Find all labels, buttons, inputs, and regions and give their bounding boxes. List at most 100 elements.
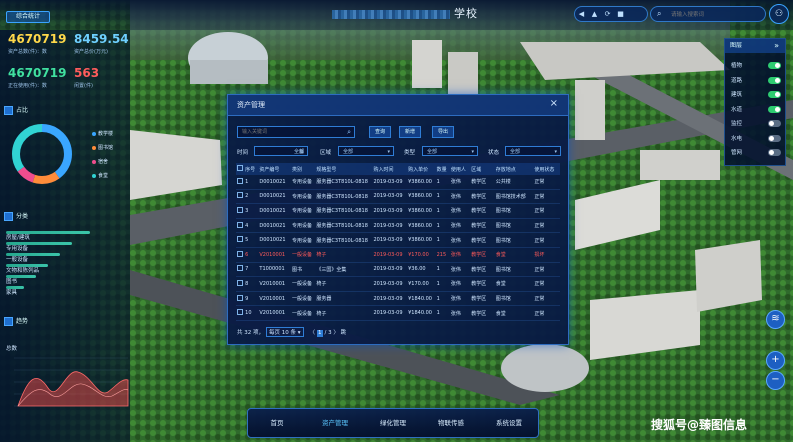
export-button[interactable]: 导出: [432, 126, 454, 138]
nav-item[interactable]: 物联传感: [422, 409, 480, 437]
select-all-checkbox[interactable]: [236, 163, 245, 175]
filter-time-select[interactable]: 全部 ▦: [254, 146, 308, 156]
cell-status: 正常: [533, 276, 560, 292]
layers-toggle-icon[interactable]: ≋: [766, 310, 785, 329]
table-row[interactable]: 6 V2010001 一般设备 椅子 2019-03-09 ¥170.00 215 张伟 教学区…: [236, 247, 560, 263]
filter-status-select[interactable]: 全部 ▾: [505, 146, 561, 156]
map-search-input[interactable]: [669, 9, 763, 20]
asset-search-input[interactable]: [238, 127, 340, 137]
cell-place: 图书馆: [494, 232, 534, 248]
zoom-in-button[interactable]: +: [766, 351, 785, 370]
table-row[interactable]: 2 D0010021 专用设备 服务器C3T810L-0818 2019-03-09 ¥3…: [236, 189, 560, 205]
cell-price: ¥3860.00: [407, 203, 436, 219]
nav-item[interactable]: 资产管理: [306, 409, 364, 437]
up-icon[interactable]: ▲: [588, 7, 601, 21]
current-page[interactable]: 1: [316, 330, 323, 337]
row-checkbox[interactable]: [236, 247, 245, 263]
column-header: 购入单价: [407, 163, 436, 175]
cell-status: 正常: [533, 218, 560, 234]
filter-type-label: 类型: [404, 150, 416, 156]
cell-qty: 1: [435, 203, 450, 219]
nav-item[interactable]: 系统设置: [480, 409, 538, 437]
table-row[interactable]: 10 V2010001 一般设备 椅子 2019-03-09 ¥1840.00 1 张伟 教学区…: [236, 305, 560, 321]
layer-item: 植物: [731, 62, 781, 70]
cell-no: 7: [244, 262, 259, 278]
row-checkbox[interactable]: [236, 189, 245, 205]
cell-area: 教学区: [470, 203, 495, 219]
column-header: 资产编号: [258, 163, 291, 175]
cell-price: ¥36.00: [407, 262, 436, 278]
cell-cat: 一般设备: [290, 247, 316, 263]
cell-status: 正常: [533, 262, 560, 278]
row-checkbox[interactable]: [236, 175, 245, 190]
table-row[interactable]: 1 D0010021 专用设备 服务器C3T810L-0818 2019-03-09 ¥3…: [236, 175, 560, 190]
cell-cat: 专用设备: [290, 189, 316, 205]
cell-area: 教学区: [470, 232, 495, 248]
top-bar: 综合统计 学校 ◀▲⟳■ ⌕ ⚇: [0, 0, 793, 30]
layer-toggle[interactable]: [768, 120, 781, 127]
jump-page-button[interactable]: 跳: [341, 330, 347, 336]
category-section-title: 分类: [4, 212, 64, 221]
cell-code: V2010001: [258, 305, 291, 321]
nav-item[interactable]: 绿化管理: [364, 409, 422, 437]
table-row[interactable]: 4 D0010021 专用设备 服务器C3T810L-0818 2019-03-09 ¥3…: [236, 218, 560, 234]
cell-model: 服务器C3T810L-0818: [315, 189, 373, 205]
filter-status-label: 状态: [488, 150, 500, 156]
category-label: 家具: [6, 290, 18, 296]
layer-toggle[interactable]: [768, 62, 781, 69]
refresh-icon[interactable]: ⟳: [601, 7, 614, 21]
collapse-icon[interactable]: »: [774, 39, 779, 53]
user-icon[interactable]: ⚇: [769, 4, 789, 24]
row-checkbox[interactable]: [236, 291, 245, 307]
legend-dot: [92, 159, 96, 164]
close-icon[interactable]: ×: [550, 98, 558, 109]
query-button[interactable]: 查询: [369, 126, 391, 138]
layer-toggle[interactable]: [768, 105, 781, 113]
layer-item: 道路: [731, 76, 781, 85]
table-row[interactable]: 7 T1000001 图书 《三国》全集 2019-03-09 ¥36.00 1 张伟 教学区图…: [236, 262, 560, 278]
cell-date: 2019-03-09: [372, 305, 408, 321]
filter-area-select[interactable]: 全部 ▾: [338, 146, 394, 156]
layer-toggle[interactable]: [768, 91, 781, 98]
cell-place: 图书馆: [494, 262, 534, 278]
cell-no: 10: [244, 305, 259, 321]
cell-qty: 1: [435, 232, 450, 248]
layer-toggle[interactable]: [768, 134, 781, 142]
cell-no: 2: [244, 189, 259, 205]
layer-toggle[interactable]: [768, 149, 781, 156]
zoom-out-button[interactable]: −: [766, 371, 785, 390]
legend-label: 宿舍: [98, 159, 109, 165]
row-checkbox[interactable]: [236, 262, 245, 278]
cell-area: 教学区: [470, 247, 495, 263]
nav-item[interactable]: 首页: [248, 409, 306, 437]
table-row[interactable]: 5 D0010021 专用设备 服务器C3T810L-0818 2019-03-09 ¥3…: [236, 232, 560, 248]
cell-no: 1: [244, 175, 259, 190]
row-checkbox[interactable]: [236, 203, 245, 219]
filter-time-label: 时间: [237, 150, 249, 156]
search-icon[interactable]: ⌕: [657, 7, 661, 21]
prev-page-button[interactable]: 〈: [310, 328, 316, 336]
category-label: 房屋/建筑: [6, 235, 30, 241]
overview-badge[interactable]: 综合统计: [6, 11, 50, 23]
rewind-icon[interactable]: ◀: [575, 7, 588, 21]
layer-item: 水道: [731, 105, 781, 114]
row-checkbox[interactable]: [236, 305, 245, 321]
next-page-button[interactable]: 〉: [333, 330, 339, 336]
search-icon[interactable]: ⌕: [347, 127, 351, 137]
row-checkbox[interactable]: [236, 276, 245, 292]
stop-icon[interactable]: ■: [614, 7, 627, 21]
filter-type-select[interactable]: 全部 ▾: [422, 146, 478, 156]
cell-qty: 1: [435, 305, 450, 321]
table-row[interactable]: 3 D0010021 专用设备 服务器C3T810L-0818 2019-03-09 ¥3…: [236, 203, 560, 219]
row-checkbox[interactable]: [236, 218, 245, 234]
row-checkbox[interactable]: [236, 232, 245, 248]
table-row[interactable]: 9 V2010001 一般设备 服务器 2019-03-09 ¥1840.00 1 张伟 教学区…: [236, 291, 560, 307]
redacted-school-name: [332, 9, 450, 19]
asset-table: 序号 资产编号 类别 规格型号 购入时间 购入单价 数量 使用人 区域 存放地点 使用状态 1 D00…: [236, 163, 560, 321]
add-button[interactable]: 新增: [399, 126, 421, 138]
cell-place: 食堂: [494, 247, 534, 263]
layer-toggle[interactable]: [768, 76, 781, 84]
table-row[interactable]: 8 V2010001 一般设备 椅子 2019-03-09 ¥170.00 1 张伟 教学区 食堂…: [236, 276, 560, 292]
column-header: 区域: [470, 163, 495, 175]
page-size-select[interactable]: 每页 10 条 ▾: [266, 327, 304, 337]
